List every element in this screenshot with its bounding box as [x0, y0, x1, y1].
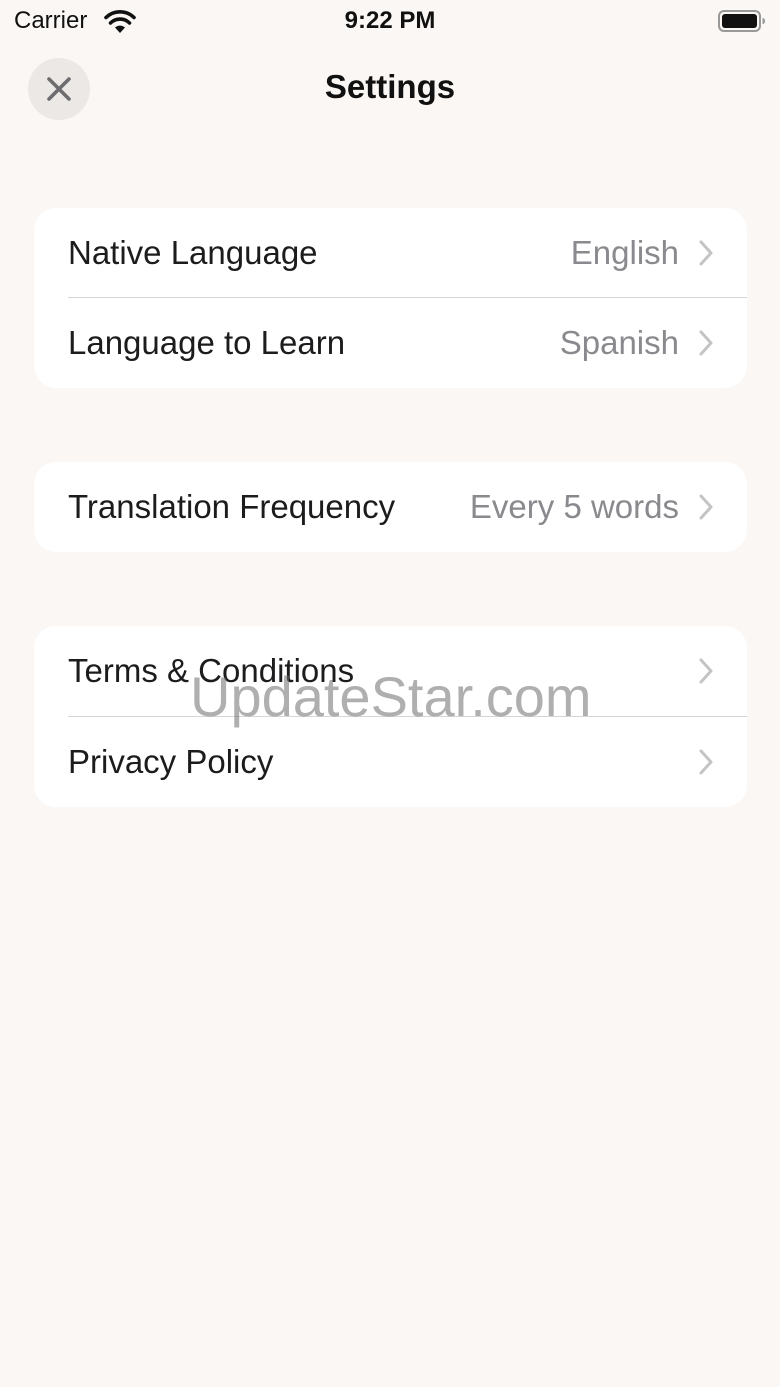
terms-conditions-label: Terms & Conditions: [68, 652, 355, 689]
privacy-policy-row[interactable]: Privacy Policy: [34, 716, 747, 807]
chevron-right-icon: [699, 494, 713, 520]
language-to-learn-label: Language to Learn: [68, 324, 346, 361]
chevron-right-icon: [699, 330, 713, 356]
terms-conditions-row[interactable]: Terms & Conditions: [34, 626, 747, 716]
chevron-right-icon: [699, 658, 713, 684]
native-language-row[interactable]: Native Language English: [34, 208, 747, 297]
language-settings-group: Native Language English Language to Lear…: [34, 208, 747, 388]
native-language-label: Native Language: [68, 233, 318, 271]
chevron-right-icon: [699, 240, 713, 265]
language-to-learn-row[interactable]: Language to Learn Spanish: [34, 297, 747, 388]
frequency-settings-group: Translation Frequency Every 5 words: [34, 462, 747, 552]
battery-icon: [718, 10, 765, 32]
page-title: Settings: [324, 68, 456, 105]
chevron-right-icon: [699, 749, 713, 775]
settings-screen: Carrier 9:22 PM Settings Native Language…: [0, 0, 780, 1387]
language-to-learn-value: Spanish: [559, 324, 679, 361]
native-language-value: English: [570, 233, 679, 271]
translation-frequency-row[interactable]: Translation Frequency Every 5 words: [34, 462, 747, 552]
privacy-policy-label: Privacy Policy: [68, 743, 274, 780]
translation-frequency-label: Translation Frequency: [68, 488, 396, 525]
status-bar: Carrier 9:22 PM: [0, 0, 780, 44]
translation-frequency-value: Every 5 words: [469, 488, 679, 525]
status-time: 9:22 PM: [344, 7, 436, 34]
legal-settings-group: Terms & Conditions Privacy Policy: [34, 626, 747, 807]
